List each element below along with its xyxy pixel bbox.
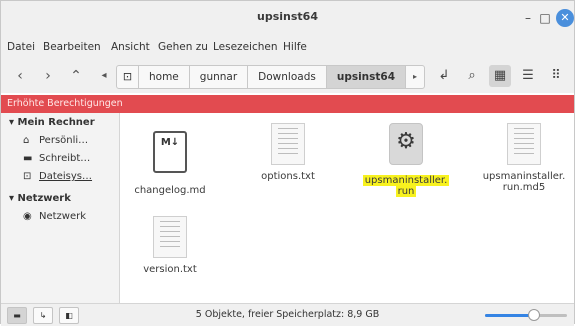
file-name: upsmaninstaller. run — [362, 175, 450, 197]
window-title: upsinst64 — [257, 10, 318, 23]
file-name: upsmaninstaller. run.md5 — [482, 171, 566, 193]
zoom-slider-handle[interactable] — [528, 309, 540, 321]
sidebar-item-filesystem[interactable]: ⊡ Dateisys… — [23, 171, 92, 182]
text-file-icon — [271, 123, 305, 165]
sidebar-section-network[interactable]: ▾ Netzwerk — [9, 193, 71, 204]
sidebar-section-my-computer[interactable]: ▾ Mein Rechner — [9, 117, 95, 128]
file-name: version.txt — [143, 264, 197, 275]
file-name: changelog.md — [134, 185, 206, 196]
title-bar[interactable]: upsinst64 – □ ✕ — [1, 1, 574, 35]
breadcrumb-right-icon[interactable]: ▸ — [406, 66, 424, 88]
drive-icon[interactable]: ⊡ — [117, 66, 139, 88]
forward-icon[interactable]: › — [37, 65, 59, 87]
file-name: options.txt — [261, 171, 315, 182]
sidebar: ▾ Mein Rechner ⌂ Persönli… ▬ Schreibt… ⊡ Da… — [1, 113, 120, 303]
network-icon: ◉ — [23, 211, 32, 222]
up-icon[interactable]: ⌃ — [65, 65, 87, 87]
home-icon: ⌂ — [23, 135, 30, 146]
compact-view-icon[interactable]: ⠿ — [545, 65, 567, 87]
menu-view[interactable]: Ansicht — [111, 41, 150, 53]
file-item[interactable]: upsmaninstaller. run.md5 — [476, 123, 572, 193]
file-view: M↓ changelog.md options.txt ⚙ upsmaninst… — [120, 113, 574, 303]
desktop-icon: ▬ — [23, 153, 33, 164]
menu-go[interactable]: Gehen zu — [158, 41, 208, 53]
search-icon[interactable]: ⌕ — [461, 65, 483, 87]
breadcrumb: ⊡ home gunnar Downloads upsinst64 ▸ — [116, 65, 426, 89]
crumb-home[interactable]: home — [139, 66, 190, 88]
sidebar-item-home[interactable]: ⌂ Persönli… — [23, 135, 88, 146]
gear-icon: ⚙ — [389, 123, 423, 165]
text-file-icon — [507, 123, 541, 165]
sidebar-item-network[interactable]: ◉ Netzwerk — [23, 211, 86, 222]
zoom-slider-fill — [485, 314, 534, 317]
menu-help[interactable]: Hilfe — [283, 41, 307, 53]
sidebar-item-desktop[interactable]: ▬ Schreibt… — [23, 153, 90, 164]
text-file-icon — [153, 216, 187, 258]
back-icon[interactable]: ‹ — [9, 65, 31, 87]
menu-file[interactable]: Datei — [7, 41, 35, 53]
file-item-selected[interactable]: ⚙ upsmaninstaller. run — [358, 123, 454, 197]
crumb-downloads[interactable]: Downloads — [248, 66, 327, 88]
close-icon[interactable]: ✕ — [556, 9, 574, 27]
elevated-privileges-banner: Erhöhte Berechtigungen — [1, 95, 574, 113]
menu-edit[interactable]: Bearbeiten — [43, 41, 101, 53]
status-bar: ▬ ↳ ◧ 5 Objekte, freier Speicherplatz: 8… — [1, 303, 574, 326]
drive-icon: ⊡ — [23, 171, 32, 182]
file-item[interactable]: version.txt — [122, 216, 218, 275]
icon-view-icon[interactable]: ▦ — [489, 65, 511, 87]
menu-bookmarks[interactable]: Lesezeichen — [213, 41, 278, 53]
collapse-arrow-icon: ▾ — [9, 117, 18, 128]
file-item[interactable]: options.txt — [240, 123, 336, 182]
minimize-icon[interactable]: – — [519, 9, 537, 27]
crumb-upsinst64[interactable]: upsinst64 — [326, 66, 407, 88]
zoom-slider[interactable] — [485, 309, 567, 321]
list-view-icon[interactable]: ☰ — [517, 65, 539, 87]
breadcrumb-left-icon[interactable]: ◂ — [93, 65, 115, 87]
toggle-location-icon[interactable]: ↲ — [433, 65, 455, 87]
markdown-file-icon: M↓ — [153, 131, 187, 173]
file-item[interactable]: M↓ changelog.md — [122, 123, 218, 196]
collapse-arrow-icon: ▾ — [9, 193, 18, 204]
toolbar: ‹ › ⌃ ◂ ⊡ home gunnar Downloads upsinst6… — [1, 59, 574, 93]
crumb-gunnar[interactable]: gunnar — [190, 66, 249, 88]
maximize-icon[interactable]: □ — [536, 9, 554, 27]
menu-bar: Datei Bearbeiten Ansicht Gehen zu Leseze… — [1, 35, 574, 59]
file-manager-window: upsinst64 – □ ✕ Datei Bearbeiten Ansicht… — [0, 0, 575, 326]
